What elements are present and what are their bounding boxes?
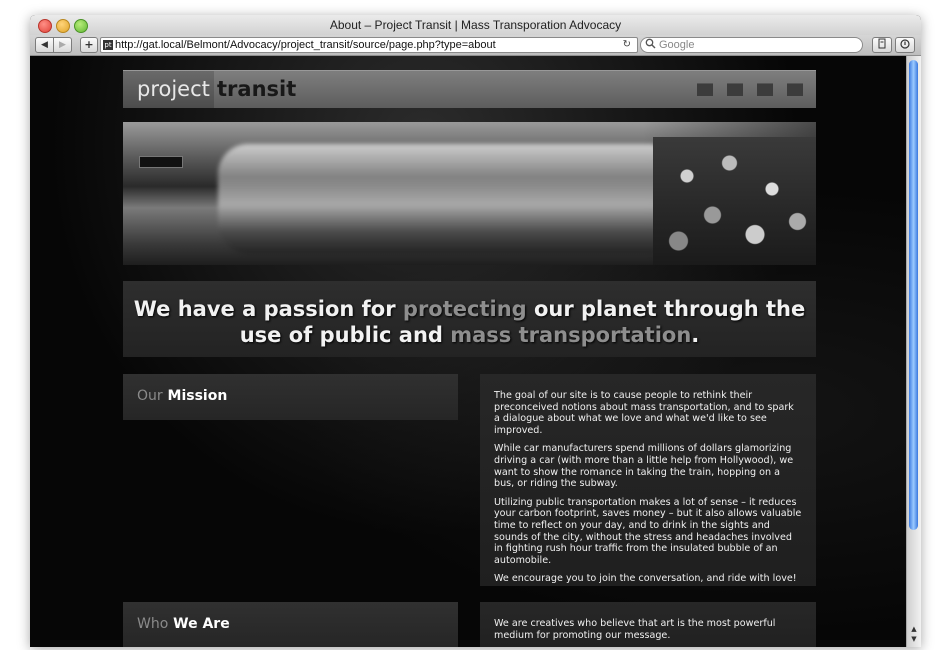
scroll-up-arrow-icon[interactable]: ▲ [907,624,921,634]
logo-transit-text[interactable]: transit [217,71,296,107]
logo-project-text[interactable]: project [123,71,214,108]
tagline-part3: . [691,323,700,347]
forward-button[interactable]: ▶ [53,37,72,53]
tagline-text: We have a passion for protecting our pla… [123,296,816,348]
tagline-highlight-mass-transportation: mass transportation [450,323,692,347]
mission-paragraph: Utilizing public transportation makes a … [494,496,802,566]
mission-heading-dim: Our [137,388,163,404]
who-we-are-heading: Who We Are [137,616,230,632]
who-we-are-heading-panel: Who We Are [123,602,458,647]
reload-icon[interactable]: ↻ [623,38,631,52]
site-header: project transit [123,70,816,108]
search-placeholder: Google [659,39,695,51]
address-bar[interactable]: pt http://gat.local/Belmont/Advocacy/pro… [100,37,638,53]
bookmarks-icon [878,38,886,49]
back-button[interactable]: ◀ [35,37,54,53]
url-text[interactable]: http://gat.local/Belmont/Advocacy/projec… [115,38,496,52]
who-we-are-paragraph: We are creatives who believe that art is… [494,618,776,641]
mission-heading-bright: Mission [167,388,228,404]
browser-toolbar: ◀ ▶ + pt http://gat.local/Belmont/Advoca… [30,35,921,56]
who-we-are-content-panel: We are creatives who believe that art is… [480,602,816,647]
nav-square-4[interactable] [787,83,803,96]
nav-square-2[interactable] [727,83,743,96]
tagline-highlight-protecting: protecting [402,297,527,321]
station-sign [139,156,183,168]
downloads-icon [900,39,910,49]
mission-paragraph: We encourage you to join the conversatio… [494,573,797,585]
who-we-are-heading-bright: We Are [173,616,230,632]
title-bar: About – Project Transit | Mass Transpora… [30,15,921,36]
mission-content-panel: The goal of our site is to cause people … [480,374,816,586]
nav-square-3[interactable] [757,83,773,96]
scroll-down-arrow-icon[interactable]: ▼ [907,634,921,644]
favicon-icon: pt [103,40,113,50]
mission-paragraph: While car manufacturers spend millions o… [494,443,794,490]
nav-square-1[interactable] [697,83,713,96]
add-bookmark-button[interactable]: + [80,37,98,53]
page-viewport: project transit We have a passion for pr… [30,56,907,647]
platform-crowd-image [653,137,816,265]
downloads-button[interactable] [895,37,915,53]
window-title: About – Project Transit | Mass Transpora… [329,18,622,32]
tagline-banner: We have a passion for protecting our pla… [123,281,816,357]
mission-heading-panel: Our Mission [123,374,458,420]
tagline-part1: We have a passion for [133,297,403,321]
browser-window: About – Project Transit | Mass Transpora… [30,15,921,647]
vertical-scrollbar[interactable]: ▲ ▼ [906,56,921,647]
search-icon [645,38,656,54]
mission-paragraph: The goal of our site is to cause people … [494,390,794,436]
subway-train-image [218,144,658,254]
hero-subway-image [123,122,816,265]
who-we-are-heading-dim: Who [137,616,169,632]
bookmarks-button[interactable] [872,37,892,53]
scrollbar-thumb[interactable] [909,60,918,530]
search-field[interactable]: Google [640,37,863,53]
mission-heading: Our Mission [137,388,227,404]
